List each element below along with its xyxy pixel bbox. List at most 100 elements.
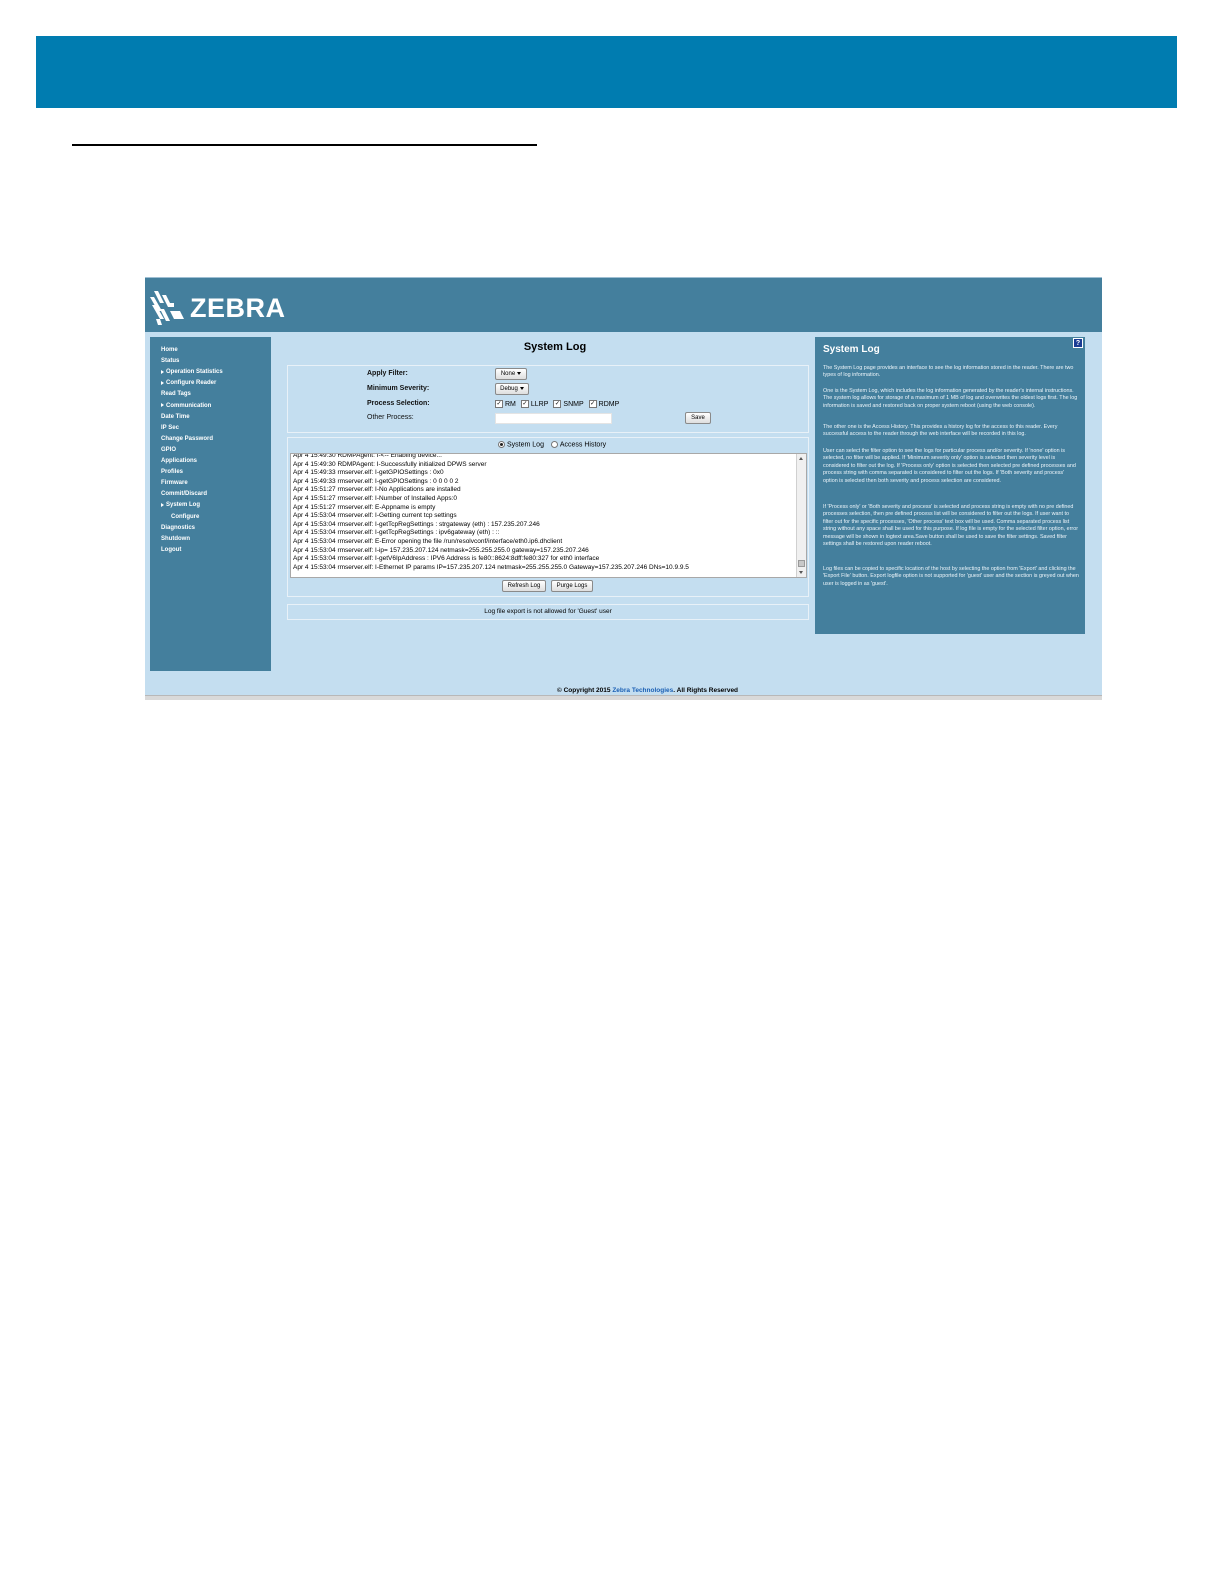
sidebar-item-commit-discard[interactable]: Commit/Discard xyxy=(161,491,207,497)
chevron-right-icon xyxy=(161,502,164,507)
help-paragraph: If 'Process only' or 'Both severity and … xyxy=(823,504,1078,548)
sidebar-item-configure[interactable]: Configure xyxy=(171,514,199,520)
sidebar-item-system-log[interactable]: System Log xyxy=(161,502,200,508)
sidebar-item-shutdown[interactable]: Shutdown xyxy=(161,536,190,542)
sidebar-item-label: Communication xyxy=(166,402,212,409)
copyright-footer: © Copyright 2015 Zebra Technologies. All… xyxy=(145,687,1102,694)
sidebar-item-operation-statistics[interactable]: Operation Statistics xyxy=(161,369,223,375)
other-process-input[interactable] xyxy=(495,413,612,424)
log-textarea[interactable]: Apr 4 15:49:30 RDMPAgent: I-<-- Enabling… xyxy=(290,453,807,578)
log-scrollbar[interactable] xyxy=(796,454,806,577)
sidebar-item-label: Configure Reader xyxy=(166,380,217,387)
help-paragraph: Log files can be copied to specific loca… xyxy=(823,566,1079,587)
page-title: System Log xyxy=(523,341,587,353)
apply-filter-dropdown[interactable]: None xyxy=(495,368,527,380)
export-notice: Log file export is not allowed for 'Gues… xyxy=(287,604,809,620)
sidebar-item-date-time[interactable]: Date Time xyxy=(161,414,190,420)
log-line: Apr 4 15:53:04 rmserver.elf: I-Getting c… xyxy=(293,512,457,520)
process-selection-label: Process Selection: xyxy=(367,400,430,407)
sidebar-item-label: Configure xyxy=(171,513,200,520)
sidebar-item-profiles[interactable]: Profiles xyxy=(161,469,183,475)
log-line: Apr 4 15:53:04 rmserver.elf: I-Ethernet … xyxy=(293,563,689,571)
chevron-down-icon xyxy=(519,386,524,390)
document-heading-rule xyxy=(72,144,537,146)
min-severity-value: Debug xyxy=(500,386,518,392)
sidebar-item-label: Firmware xyxy=(161,480,188,487)
log-line: Apr 4 15:53:04 rmserver.elf: I-getV6IpAd… xyxy=(293,555,600,563)
sidebar-item-diagnostics[interactable]: Diagnostics xyxy=(161,525,195,531)
log-line: Apr 4 15:53:04 rmserver.elf: I-ip= 157.2… xyxy=(293,546,589,554)
purge-logs-button[interactable]: Purge Logs xyxy=(551,580,593,592)
process-checkbox-label: RDMP xyxy=(598,400,620,408)
log-line: Apr 4 15:51:27 rmserver.elf: I-Number of… xyxy=(293,494,458,502)
browser-status-bar xyxy=(145,695,1102,700)
sidebar-item-gpio[interactable]: GPIO xyxy=(161,447,176,453)
system-log-radio[interactable] xyxy=(498,441,505,448)
help-paragraph: The System Log page provides an interfac… xyxy=(823,365,1074,379)
process-checkbox-llrp[interactable]: ✓ xyxy=(520,400,529,408)
process-checkboxes: ✓ RM ✓ LLRP ✓ SNMP ✓ RDMP xyxy=(495,400,624,408)
zebra-head-icon xyxy=(150,291,184,325)
top-banner: ZEBRA xyxy=(145,278,1102,332)
sidebar-item-ip-sec[interactable]: IP Sec xyxy=(161,425,179,431)
process-checkbox-label: RM xyxy=(505,400,516,408)
process-checkbox-rm[interactable]: ✓ xyxy=(495,400,503,408)
help-paragraph: One is the System Log, which includes th… xyxy=(823,388,1078,409)
chevron-right-icon xyxy=(161,369,164,374)
sidebar-item-logout[interactable]: Logout xyxy=(161,547,181,553)
help-paragraph: User can select the filter option to see… xyxy=(823,448,1076,484)
sidebar-item-communication[interactable]: Communication xyxy=(161,403,211,409)
help-title: System Log xyxy=(823,344,880,355)
log-type-selector: System Log Access History xyxy=(498,441,606,448)
save-button[interactable]: Save xyxy=(685,412,711,424)
access-history-radio[interactable] xyxy=(550,441,558,448)
log-line: Apr 4 15:51:27 rmserver.elf: E-Appname i… xyxy=(293,503,436,511)
help-panel: System Log ? The System Log page provide… xyxy=(815,337,1085,634)
sidebar-item-change-password[interactable]: Change Password xyxy=(161,436,213,442)
zebra-technologies-link[interactable]: Zebra Technologies xyxy=(612,687,673,694)
sidebar-item-label: Logout xyxy=(161,546,182,553)
chevron-right-icon xyxy=(161,380,164,385)
process-checkbox-label: SNMP xyxy=(563,400,584,408)
zebra-logo-text: ZEBRA xyxy=(190,293,286,323)
scroll-thumb[interactable] xyxy=(798,560,805,567)
sidebar-item-configure-reader[interactable]: Configure Reader xyxy=(161,380,216,386)
process-checkbox-rdmp[interactable]: ✓ xyxy=(588,400,597,408)
copyright-suffix: . All Rights Reserved xyxy=(673,687,739,694)
sidebar-item-firmware[interactable]: Firmware xyxy=(161,480,188,486)
help-icon[interactable]: ? xyxy=(1073,338,1083,348)
sidebar-item-home[interactable]: Home xyxy=(161,347,178,353)
sidebar-item-read-tags[interactable]: Read Tags xyxy=(161,391,191,397)
refresh-log-button[interactable]: Refresh Log xyxy=(502,580,546,592)
sidebar-item-label: Commit/Discard xyxy=(161,491,208,498)
sidebar-item-label: IP Sec xyxy=(161,424,179,431)
sidebar-item-label: Operation Statistics xyxy=(166,369,223,376)
log-line: Apr 4 15:49:30 RDMPAgent: I-<-- Enabling… xyxy=(293,453,442,459)
log-line: Apr 4 15:49:30 RDMPAgent: I-Successfully… xyxy=(293,460,487,468)
apply-filter-label: Apply Filter: xyxy=(367,370,408,377)
log-line: Apr 4 15:53:04 rmserver.elf: I-getTcpReg… xyxy=(293,529,500,537)
log-line: Apr 4 15:49:33 rmserver.elf: I-getGPIOSe… xyxy=(293,477,459,485)
sidebar-item-label: Diagnostics xyxy=(161,524,196,531)
sidebar-item-label: Read Tags xyxy=(161,391,191,398)
min-severity-dropdown[interactable]: Debug xyxy=(495,383,529,395)
sidebar-item-applications[interactable]: Applications xyxy=(161,458,197,464)
sidebar-item-status[interactable]: Status xyxy=(161,358,179,364)
scroll-up-icon[interactable] xyxy=(799,457,803,460)
process-checkbox-snmp[interactable]: ✓ xyxy=(553,400,562,408)
filter-section: Apply Filter: None Minimum Severity: Deb… xyxy=(287,365,809,433)
sidebar-item-label: System Log xyxy=(166,502,201,509)
sidebar-item-label: Applications xyxy=(161,458,198,464)
log-line: Apr 4 15:49:33 rmserver.elf: I-getGPIOSe… xyxy=(293,469,444,477)
sidebar-item-label: Status xyxy=(161,358,180,365)
sidebar-nav: Home Status Operation Statistics Configure … xyxy=(150,337,271,671)
sidebar-item-label: Shutdown xyxy=(161,535,190,542)
min-severity-label: Minimum Severity: xyxy=(367,385,430,392)
sidebar-item-label: GPIO xyxy=(161,446,177,453)
scroll-down-icon[interactable] xyxy=(799,571,803,574)
log-lines: Apr 4 15:49:30 RDMPAgent: I-<-- Enabling… xyxy=(293,453,793,572)
sidebar-item-label: Change Password xyxy=(161,435,214,442)
process-checkbox-label: LLRP xyxy=(530,400,549,408)
log-line: Apr 4 15:51:27 rmserver.elf: I-No Applic… xyxy=(293,486,461,494)
document-header-band xyxy=(36,36,1177,108)
